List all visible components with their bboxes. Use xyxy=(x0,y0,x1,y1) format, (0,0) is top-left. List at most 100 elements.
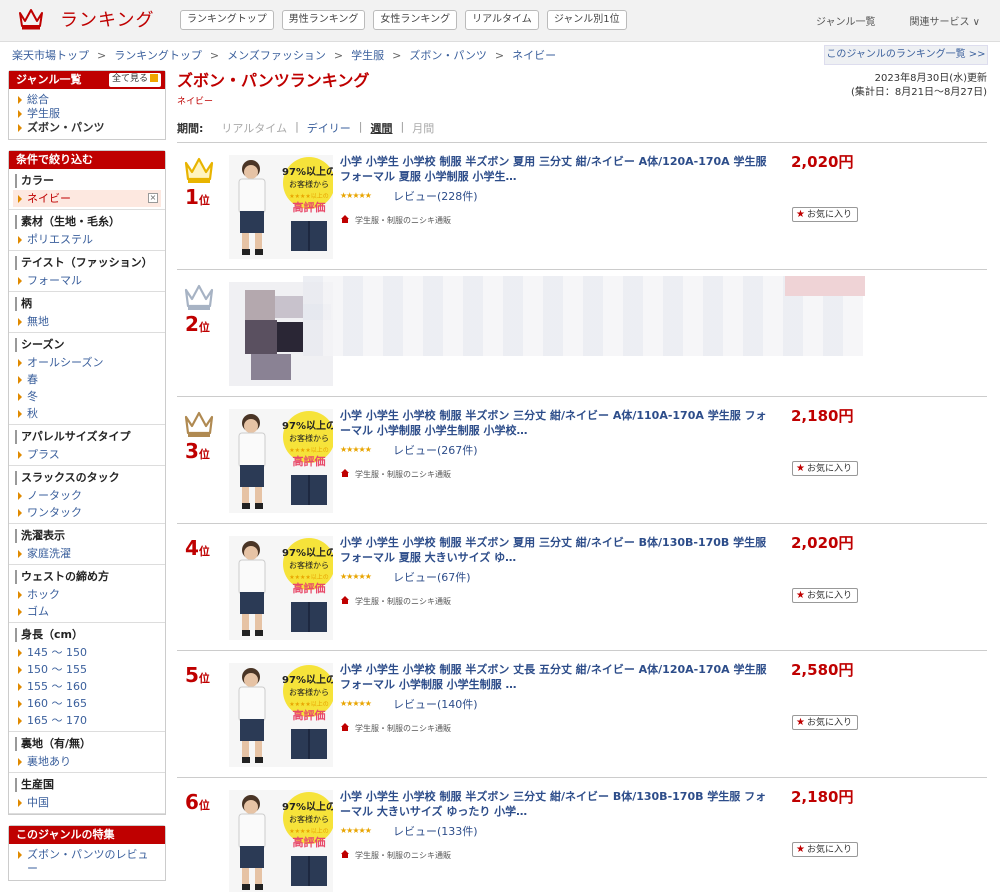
period-daily[interactable]: デイリー xyxy=(307,120,351,136)
favorite-button[interactable]: ★ お気に入り xyxy=(792,207,858,222)
review-link[interactable]: レビュー(140件) xyxy=(393,696,478,712)
breadcrumb-item[interactable]: ズボン・パンツ xyxy=(409,49,487,62)
product-price: 2,180円 xyxy=(791,407,854,425)
period-range: (集計日：8月21日～8月27日) xyxy=(851,87,987,98)
favorite-button[interactable]: ★ お気に入り xyxy=(792,715,858,730)
nav-genre-first[interactable]: ジャンル別1位 xyxy=(546,10,627,30)
product-title-link[interactable]: 小学 小学生 小学校 制服 半ズボン 丈長 五分丈 紺/ネイビー A体/120A… xyxy=(340,662,770,692)
shop-house-icon xyxy=(341,215,349,223)
review-link[interactable]: レビュー(67件) xyxy=(393,569,471,585)
product-thumbnail[interactable]: 97%以上の お客様から ★★★★以上の 高評価 xyxy=(229,536,333,640)
see-all-button[interactable]: 全て見る xyxy=(108,73,161,87)
favorite-button[interactable]: ★ お気に入り xyxy=(792,461,858,476)
genre-ranking-list-link[interactable]: このジャンルのランキング一覧 >> xyxy=(824,45,988,65)
filter-option[interactable]: 165 ～ 170 xyxy=(13,712,161,729)
filter-option[interactable]: ホック xyxy=(13,586,161,603)
filter-option[interactable]: 150 ～ 155 xyxy=(13,661,161,678)
review-link[interactable]: レビュー(133件) xyxy=(393,823,478,839)
nav-ranking-top[interactable]: ランキングトップ xyxy=(180,10,274,30)
filter-group-title: 洗濯表示 xyxy=(15,529,161,543)
filter-option[interactable]: ワンタック xyxy=(13,504,161,521)
shop-link[interactable]: 学生服・制服のニシキ通販 xyxy=(340,469,451,480)
arrow-icon xyxy=(150,74,158,82)
crown-icon xyxy=(184,411,214,437)
filter-option[interactable]: 160 ～ 165 xyxy=(13,695,161,712)
shop-link[interactable]: 学生服・制服のニシキ通販 xyxy=(340,850,451,861)
filter-option[interactable]: 155 ～ 160 xyxy=(13,678,161,695)
shop-link[interactable]: 学生服・制服のニシキ通販 xyxy=(340,723,451,734)
filter-group-title: 身長（cm） xyxy=(15,628,161,642)
filter-group: アパレルサイズタイプ プラス xyxy=(9,425,165,466)
shop-house-icon xyxy=(341,850,349,858)
breadcrumb-item[interactable]: メンズファッション xyxy=(227,49,326,62)
product-title-link[interactable]: 小学 小学生 小学校 制服 半ズボン 三分丈 紺/ネイビー A体/110A-17… xyxy=(340,408,770,438)
filter-option[interactable]: 春 xyxy=(13,371,161,388)
product-thumbnail[interactable]: 97%以上の お客様から ★★★★以上の 高評価 xyxy=(229,409,333,513)
breadcrumb-item[interactable]: ランキングトップ xyxy=(114,49,202,62)
ranking-logo[interactable]: ランキング xyxy=(18,6,154,32)
filter-group-title: アパレルサイズタイプ xyxy=(15,430,161,444)
ranking-row: 6位 97%以上の お客様から ★★★★以上の 高評価 小学 小学生 小学校 制服 半ズボ… xyxy=(177,778,987,892)
filter-option[interactable]: 中国 xyxy=(13,794,161,811)
clear-filter-icon[interactable]: × xyxy=(148,193,158,203)
product-title-link[interactable]: 小学 小学生 小学校 制服 半ズボン 夏用 三分丈 紺/ネイビー A体/120A… xyxy=(340,154,770,184)
filter-option[interactable]: 裏地あり xyxy=(13,753,161,770)
genre-item-pants[interactable]: ズボン・パンツ xyxy=(17,121,159,135)
related-services-menu[interactable]: 関連サービス ∨ xyxy=(910,13,981,28)
review-link[interactable]: レビュー(267件) xyxy=(393,442,478,458)
filter-option[interactable]: ポリエステル xyxy=(13,231,161,248)
filter-option[interactable]: 145 ～ 150 xyxy=(13,644,161,661)
nav-women-ranking[interactable]: 女性ランキング xyxy=(373,10,458,30)
filter-box: 条件で絞り込む カラー ネイビー × 素材（生地・毛糸） ポリエステル テイスト（ファッシ… xyxy=(8,150,166,815)
shop-link[interactable]: 学生服・制服のニシキ通販 xyxy=(340,215,451,226)
filter-option[interactable]: オールシーズン xyxy=(13,354,161,371)
review-link[interactable]: レビュー(228件) xyxy=(393,188,478,204)
filter-option[interactable]: プラス xyxy=(13,446,161,463)
product-thumbnail[interactable]: 97%以上の お客様から ★★★★以上の 高評価 xyxy=(229,155,333,259)
period-weekly[interactable]: 週間 xyxy=(371,120,393,136)
rank-number: 6位 xyxy=(185,790,210,814)
breadcrumb: 楽天市場トップ > ランキングトップ > メンズファッション > 学生服 > ズボン・パンツ > ネ… xyxy=(12,49,557,62)
blurred-content xyxy=(303,276,863,356)
svg-text:高評価: 高評価 xyxy=(293,200,326,214)
nav-realtime[interactable]: リアルタイム xyxy=(465,10,539,30)
filter-group: 洗濯表示 家庭洗濯 xyxy=(9,524,165,565)
genre-item-all[interactable]: 総合 xyxy=(17,93,159,107)
filter-option[interactable]: ノータック xyxy=(13,487,161,504)
logo-text: ランキング xyxy=(60,10,155,31)
breadcrumb-item[interactable]: 楽天市場トップ xyxy=(12,49,89,62)
period-monthly: 月間 xyxy=(412,122,435,135)
favorite-button[interactable]: ★ お気に入り xyxy=(792,842,858,857)
product-thumbnail[interactable]: 97%以上の お客様から ★★★★以上の 高評価 xyxy=(229,790,333,892)
svg-text:高評価: 高評価 xyxy=(293,708,326,722)
filter-option[interactable]: 家庭洗濯 xyxy=(13,545,161,562)
star-icon: ★ xyxy=(796,209,805,220)
filter-option[interactable]: ネイビー × xyxy=(13,190,161,207)
filter-group-title: 柄 xyxy=(15,297,161,311)
rank-number: 4位 xyxy=(185,536,210,560)
filter-option[interactable]: ゴム xyxy=(13,603,161,620)
feature-item[interactable]: ズボン・パンツのレビュー xyxy=(17,848,159,876)
shop-link[interactable]: 学生服・制服のニシキ通販 xyxy=(340,596,451,607)
filter-option[interactable]: 秋 xyxy=(13,405,161,422)
filter-group-title: カラー xyxy=(15,174,161,188)
breadcrumb-item[interactable]: ネイビー xyxy=(512,49,556,62)
svg-text:97%以上の: 97%以上の xyxy=(282,419,333,432)
svg-text:★★★★以上の: ★★★★以上の xyxy=(289,700,329,708)
product-title-link[interactable]: 小学 小学生 小学校 制服 半ズボン 三分丈 紺/ネイビー B体/130B-17… xyxy=(340,789,770,819)
filter-option[interactable]: 無地 xyxy=(13,313,161,330)
svg-text:97%以上の: 97%以上の xyxy=(282,673,333,686)
product-price: 2,020円 xyxy=(791,153,854,171)
genre-item-school-uniform[interactable]: 学生服 xyxy=(17,107,159,121)
product-title-link[interactable]: 小学 小学生 小学校 制服 半ズボン 夏用 三分丈 紺/ネイビー B体/130B… xyxy=(340,535,770,565)
filter-option[interactable]: フォーマル xyxy=(13,272,161,289)
feature-box: このジャンルの特集 ズボン・パンツのレビュー xyxy=(8,825,166,881)
favorite-button[interactable]: ★ お気に入り xyxy=(792,588,858,603)
ranking-row: 1位 97%以上の お客様から ★★★★以上の 高評価 小学 小学生 小学校 制服 半ズボ… xyxy=(177,143,987,270)
filter-group-title: 裏地（有/無） xyxy=(15,737,161,751)
breadcrumb-item[interactable]: 学生服 xyxy=(351,49,384,62)
product-thumbnail[interactable]: 97%以上の お客様から ★★★★以上の 高評価 xyxy=(229,663,333,767)
filter-option[interactable]: 冬 xyxy=(13,388,161,405)
nav-men-ranking[interactable]: 男性ランキング xyxy=(281,10,366,30)
genre-list-menu[interactable]: ジャンル一覧 xyxy=(816,13,876,28)
